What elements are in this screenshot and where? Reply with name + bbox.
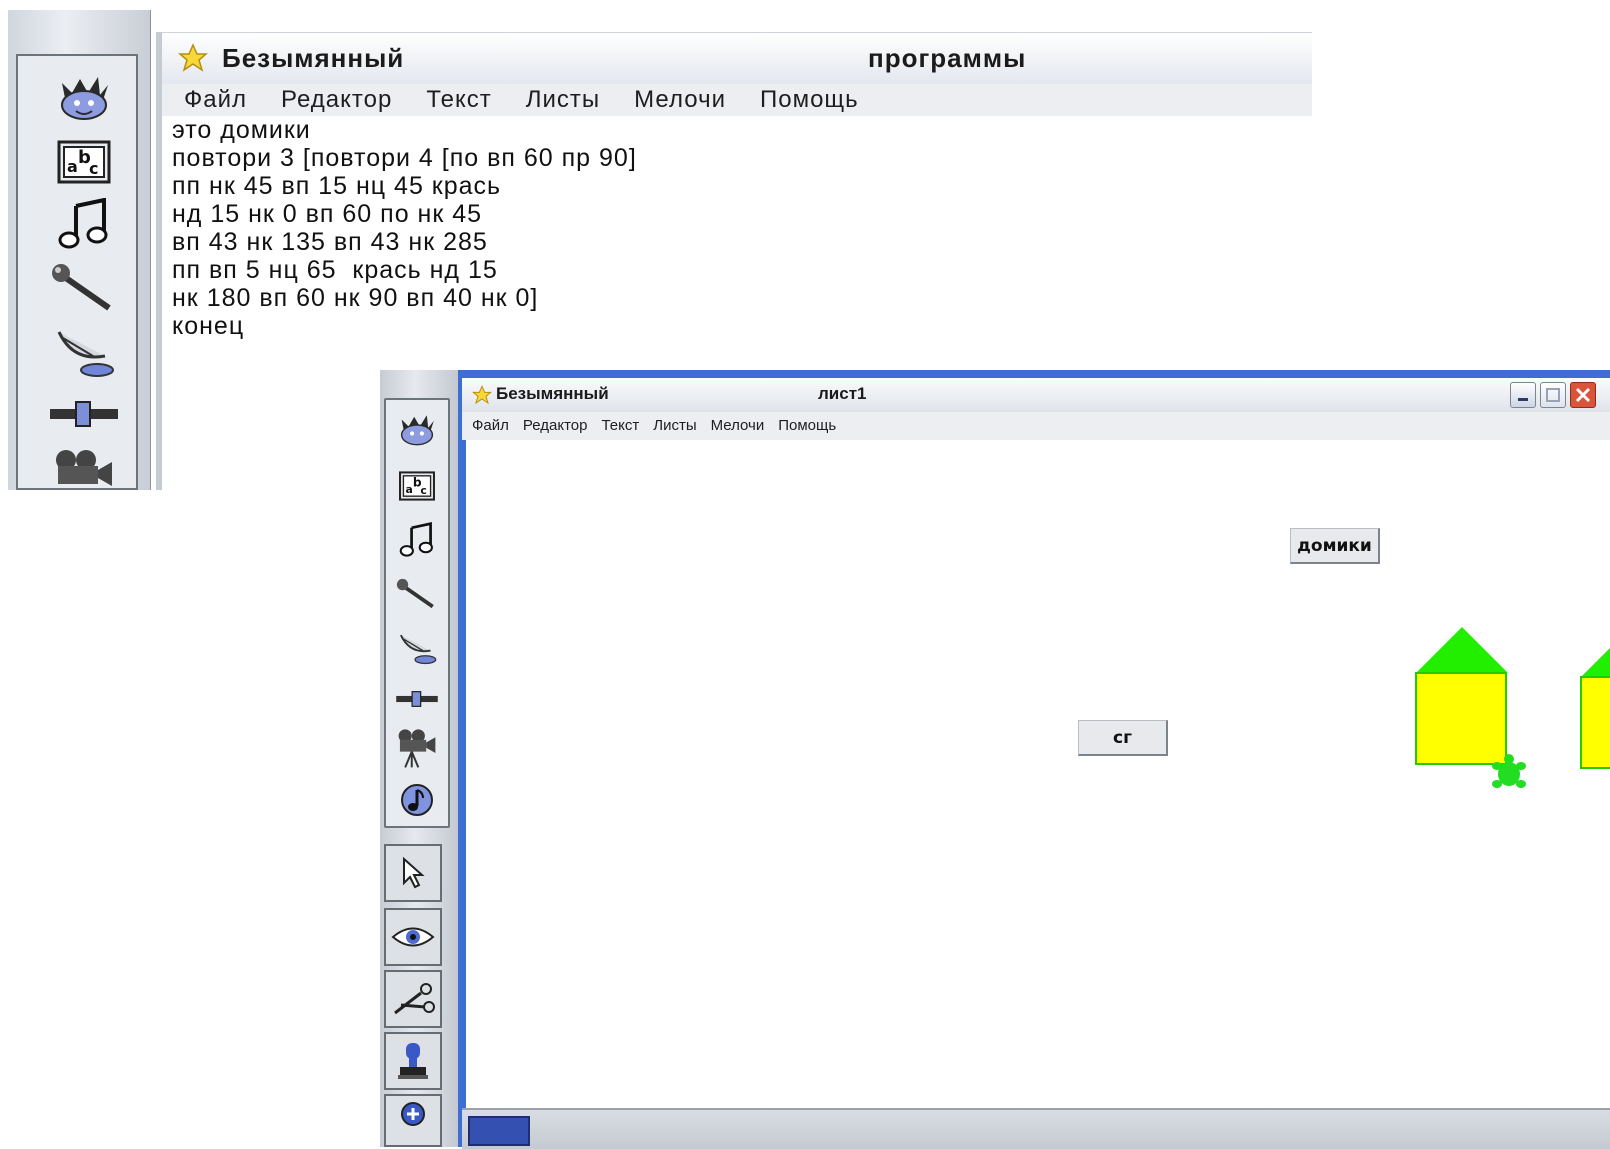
video-camera-icon[interactable] [394,726,440,772]
page-title: программы [868,43,1027,73]
turtle-drawing [1415,627,1610,769]
menu-editor[interactable]: Редактор [523,417,588,434]
slider-icon[interactable] [48,388,120,440]
creatures-icon[interactable] [394,408,440,452]
satellite-dish-icon[interactable] [394,626,440,670]
svg-text:a: a [67,157,78,176]
menu-file[interactable]: Файл [184,86,247,114]
text-box-icon[interactable]: a b c [394,464,440,508]
minimize-button[interactable] [1510,382,1536,408]
svg-text:a: a [405,483,412,496]
sheet-menubar: Файл Редактор Текст Листы Мелочи Помощь [462,412,1610,440]
music-icon[interactable] [394,518,440,562]
satellite-dish-icon[interactable] [48,326,120,378]
zoom-in-icon [401,1101,425,1126]
close-button[interactable] [1570,382,1596,408]
pointer-tool-button[interactable] [384,844,442,902]
menu-sheets[interactable]: Листы [526,86,600,114]
menu-file[interactable]: Файл [472,417,509,434]
house [1580,648,1610,769]
scissors-tool-button[interactable] [384,970,442,1028]
zoom-tool-button[interactable] [384,1094,442,1147]
sheet-canvas[interactable]: домики сг [466,440,1610,1108]
scissors-icon [394,983,435,1015]
window-title: Безымянный [496,384,609,403]
minimize-icon [1518,398,1528,401]
code-line: это домики [172,116,311,144]
sheet-statusbar [462,1108,1610,1149]
menu-misc[interactable]: Мелочи [711,417,765,434]
slider-icon[interactable] [394,684,440,714]
sheet-tab[interactable] [468,1116,530,1146]
menu-sheets[interactable]: Листы [653,417,696,434]
svg-text:c: c [89,159,98,178]
code-line: пп нк 45 вп 15 нц 45 крась [172,172,502,200]
code-line: пп вп 5 нц 65 крась нд 15 [172,256,498,284]
menu-editor[interactable]: Редактор [281,86,392,114]
menu-text[interactable]: Текст [426,86,491,114]
microphone-icon[interactable] [48,262,120,314]
sheet-tool-panel: a b c [384,398,450,828]
star-icon [178,43,208,72]
video-camera-icon[interactable] [48,442,120,494]
stamp-icon [398,1043,428,1079]
melody-icon[interactable] [394,778,440,822]
microphone-icon[interactable] [394,572,440,616]
maximize-icon [1546,388,1560,402]
house [1415,627,1508,765]
sheet-titlebar: Безымянный лист1 [462,378,1610,412]
program-tool-panel: a b c [16,54,138,490]
code-line: нк 180 вп 60 нк 90 вп 40 нк 0] [172,284,539,312]
code-line: нд 15 нк 0 вп 60 по нк 45 [172,200,483,228]
program-menubar: Файл Редактор Текст Листы Мелочи Помощь [156,84,1312,117]
pointer-icon [403,856,425,889]
eye-tool-button[interactable] [384,908,442,966]
code-line: повтори 3 [повтори 4 [по вп 60 пр 90] [172,144,637,172]
window-title: Безымянный [222,43,405,73]
code-line: конец [172,312,245,340]
menu-help[interactable]: Помощь [778,417,836,434]
sheet-window: a b c Безымянный лист1 Файл Редактор Тек… [380,370,1610,1149]
eye-icon [391,927,435,947]
code-text[interactable]: это домики повтори 3 [повтори 4 [по вп 60… [172,116,637,340]
turtle-icon[interactable] [1490,752,1528,792]
star-icon [472,385,492,405]
menu-help[interactable]: Помощь [760,86,859,114]
music-icon[interactable] [48,198,120,250]
stamp-tool-button[interactable] [384,1032,442,1090]
creatures-icon[interactable] [48,72,120,124]
code-line: вп 43 нк 135 вп 43 нк 285 [172,228,488,256]
menu-misc[interactable]: Мелочи [634,86,726,114]
menu-text[interactable]: Текст [601,417,639,434]
svg-text:c: c [420,484,426,497]
text-box-icon[interactable]: a b c [48,136,120,188]
page-title: лист1 [818,384,867,403]
close-icon [1575,387,1591,403]
maximize-button[interactable] [1540,382,1566,408]
program-titlebar: Безымянный программы [156,32,1312,85]
